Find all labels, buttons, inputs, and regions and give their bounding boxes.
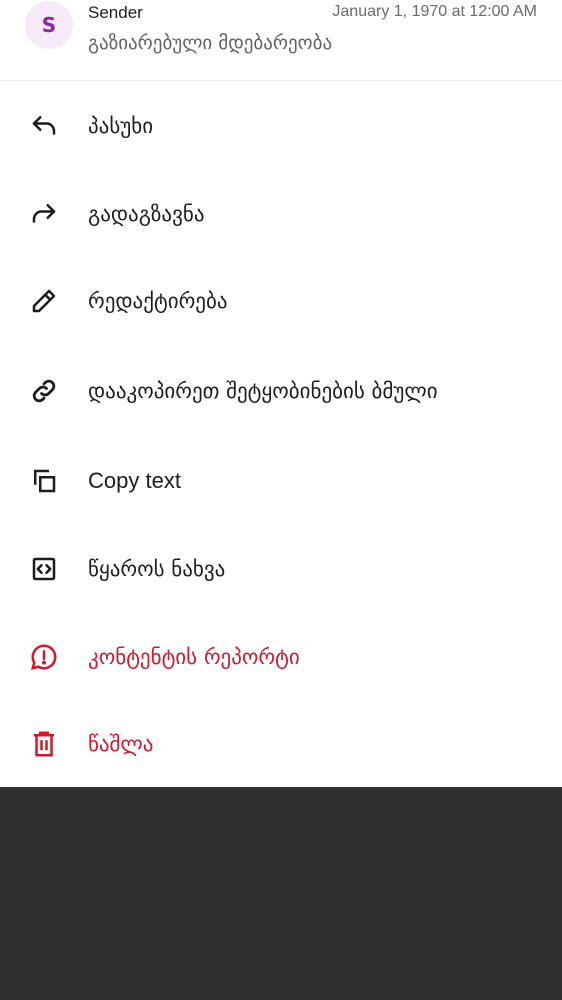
message-header: S Sender January 1, 1970 at 12:00 AM გაზ… — [0, 0, 562, 81]
menu-item-copy-link[interactable]: დააკოპირეთ შეტყობინების ბმული — [0, 357, 562, 425]
copy-icon — [29, 466, 59, 496]
menu-item-label: წაშლა — [88, 732, 154, 756]
menu-item-reply[interactable]: პასუხი — [0, 109, 562, 143]
sender-name: Sender — [88, 3, 143, 22]
message-action-sheet: S Sender January 1, 1970 at 12:00 AM გაზ… — [0, 0, 562, 787]
menu-item-delete[interactable]: წაშლა — [0, 727, 562, 761]
code-icon — [29, 554, 59, 584]
avatar: S — [25, 1, 73, 49]
message-preview: გაზიარებული მდებარეობა — [88, 32, 333, 54]
menu-item-label: გადაგზავნა — [88, 202, 205, 226]
menu-item-label: დააკოპირეთ შეტყობინების ბმული — [88, 379, 438, 403]
menu-item-view-source[interactable]: წყაროს ნახვა — [0, 552, 562, 586]
menu-item-label: Copy text — [88, 468, 181, 493]
menu-item-report[interactable]: კონტენტის რეპორტი — [0, 640, 562, 674]
reply-icon — [29, 111, 59, 141]
link-icon — [29, 376, 59, 406]
report-icon — [29, 642, 59, 672]
forward-icon — [29, 199, 59, 229]
menu-item-label: კონტენტის რეპორტი — [88, 645, 300, 669]
menu-item-copy-text[interactable]: Copy text — [0, 464, 562, 498]
menu-item-label: წყაროს ნახვა — [88, 557, 226, 581]
trash-icon — [29, 729, 59, 759]
backdrop[interactable] — [0, 787, 562, 1000]
menu-item-label: რედაქტირება — [88, 289, 228, 313]
menu-item-label: პასუხი — [88, 114, 154, 138]
menu-item-edit[interactable]: რედაქტირება — [0, 284, 562, 318]
menu-item-forward[interactable]: გადაგზავნა — [0, 197, 562, 231]
pencil-icon — [29, 286, 59, 316]
timestamp: January 1, 1970 at 12:00 AM — [332, 3, 537, 20]
